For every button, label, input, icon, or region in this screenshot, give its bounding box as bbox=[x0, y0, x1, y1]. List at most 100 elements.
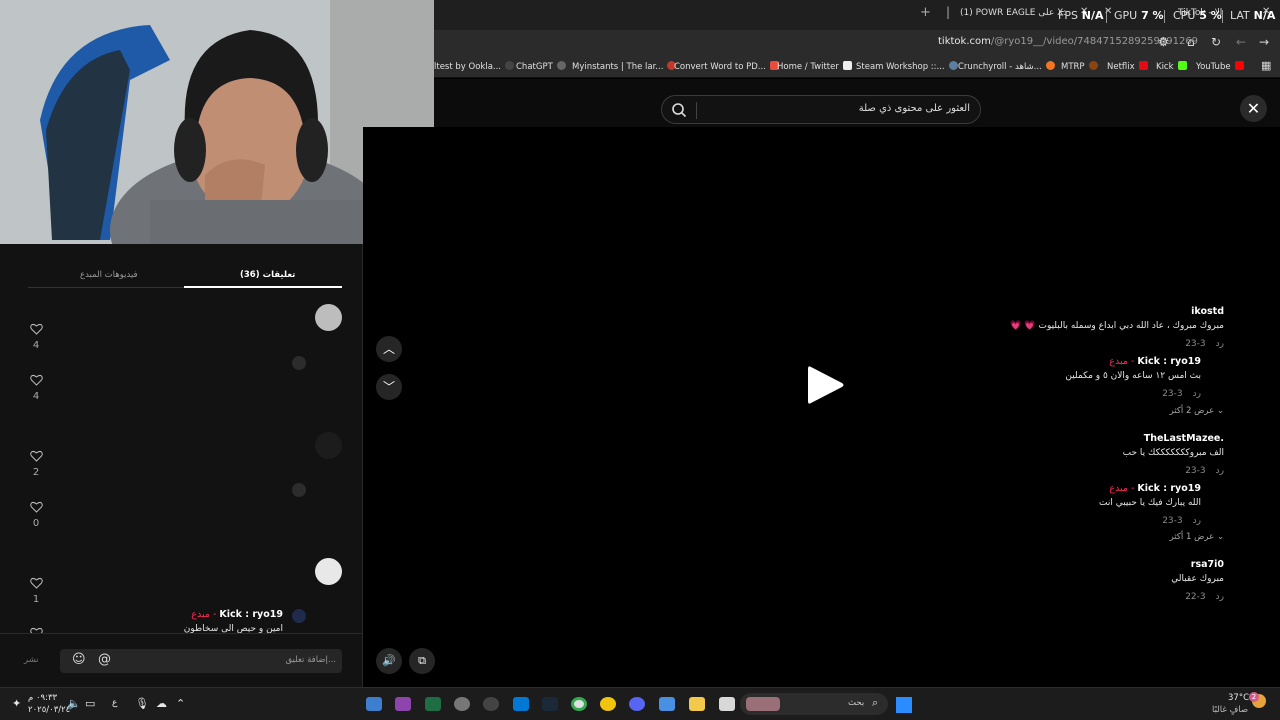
bookmark-netflix[interactable]: Netflix bbox=[1107, 61, 1148, 72]
like-button[interactable]: 4 bbox=[26, 320, 46, 351]
search-icon[interactable] bbox=[670, 101, 688, 119]
emoji-icon[interactable]: ☺ bbox=[72, 652, 86, 667]
steam-icon[interactable] bbox=[542, 697, 558, 711]
bookmark-myinstants[interactable]: Myinstants | The lar... bbox=[572, 61, 677, 72]
tab-comments[interactable]: (36) تعليقات bbox=[240, 270, 295, 280]
reply-link[interactable]: رد bbox=[1216, 592, 1224, 602]
microphone-icon[interactable]: 🎙 bbox=[135, 697, 149, 710]
mention-icon[interactable]: @ bbox=[98, 652, 111, 667]
avatar[interactable] bbox=[292, 483, 306, 497]
weather-temp[interactable]: 37°C bbox=[1228, 693, 1249, 703]
bookmark-speedtest[interactable]: ltest by Ookla... bbox=[434, 61, 515, 72]
start-icon[interactable] bbox=[896, 697, 912, 713]
post-button[interactable]: نشر bbox=[24, 655, 39, 665]
clock-time[interactable]: ٠٩:٣٣ م bbox=[28, 693, 57, 703]
username-text: Kick : ryo19 bbox=[1137, 483, 1201, 494]
reply-link[interactable]: رد bbox=[1193, 389, 1201, 399]
avatar[interactable] bbox=[315, 558, 342, 585]
store-icon[interactable] bbox=[659, 697, 675, 711]
mtrp-icon bbox=[1088, 61, 1098, 70]
site-settings-icon[interactable]: ⚙ bbox=[1158, 35, 1169, 49]
panel-tabs: (36) تعليقات فيديوهات المبدع bbox=[28, 258, 342, 288]
bookmark-label: Kick bbox=[1156, 62, 1174, 72]
bookmark-youtube[interactable]: YouTube bbox=[1196, 61, 1244, 72]
bookmark-convert[interactable]: Convert Word to PD... bbox=[674, 61, 779, 72]
show-more-replies[interactable]: عرض 1 أكثر ⌄ bbox=[1170, 532, 1224, 542]
comment-username[interactable]: ikostd bbox=[1010, 306, 1224, 317]
next-video-button[interactable]: ﹀ bbox=[376, 374, 402, 400]
tab-divider-icon: | bbox=[946, 5, 951, 19]
chevron-up-icon[interactable]: ⌃ bbox=[176, 697, 185, 710]
comment-username[interactable]: rsa7i0 bbox=[1171, 559, 1224, 570]
bookmark-label: ltest by Ookla... bbox=[434, 62, 502, 72]
bookmark-twitter[interactable]: Home / Twitter bbox=[777, 61, 852, 72]
photos-icon[interactable] bbox=[366, 697, 382, 711]
like-button[interactable]: 0 bbox=[26, 498, 46, 529]
reply-link[interactable]: رد bbox=[1216, 339, 1224, 349]
new-tab-icon[interactable]: + bbox=[920, 5, 931, 20]
outlook-icon[interactable] bbox=[513, 697, 529, 711]
reply-link[interactable]: رد bbox=[1216, 466, 1224, 476]
like-button[interactable]: 1 bbox=[26, 574, 46, 605]
folder-icon[interactable] bbox=[689, 697, 705, 711]
bookmark-crunchyroll[interactable]: Crunchyroll - شاهد... bbox=[958, 61, 1055, 72]
creator-badge: مبدع - bbox=[1109, 356, 1138, 367]
excel-icon[interactable] bbox=[425, 697, 441, 711]
taskbar-search[interactable]: ⌕ بحث bbox=[740, 693, 888, 715]
like-button[interactable] bbox=[26, 624, 46, 633]
all-bookmarks-icon[interactable]: ▦ bbox=[1261, 59, 1271, 72]
search-input[interactable]: العثور على محتوى ذي صلة bbox=[859, 103, 970, 114]
next-app-icon[interactable] bbox=[395, 697, 411, 711]
clock-date[interactable]: ٢٠٢٥/٠٣/٢٤ bbox=[28, 705, 70, 715]
volume-button[interactable]: 🔊 bbox=[376, 648, 402, 674]
back-icon[interactable]: → bbox=[1259, 35, 1269, 49]
lat-readout: LAT N/A bbox=[1230, 9, 1275, 22]
crunchyroll-icon bbox=[1045, 61, 1055, 70]
comment-username[interactable]: مبدع - Kick : ryo19 bbox=[1099, 483, 1201, 494]
chrome-icon[interactable] bbox=[571, 697, 587, 711]
home-icon[interactable]: ⌂ bbox=[1187, 35, 1195, 49]
notification-icon[interactable]: ✦ bbox=[12, 697, 21, 710]
bookmark-label: Crunchyroll - شاهد... bbox=[958, 62, 1042, 72]
comment-username[interactable]: مبدع - Kick : ryo19 bbox=[184, 609, 283, 620]
avatar[interactable] bbox=[315, 432, 342, 459]
reload-icon[interactable]: ↻ bbox=[1211, 35, 1221, 49]
obs-icon[interactable] bbox=[483, 697, 499, 711]
onedrive-icon[interactable]: ☁ bbox=[156, 697, 167, 710]
play-icon[interactable] bbox=[806, 364, 846, 406]
battery-icon[interactable]: ▭ bbox=[85, 697, 95, 710]
weather-desc[interactable]: صافٍ غالبًا bbox=[1212, 705, 1248, 715]
reply-link[interactable]: رد bbox=[1193, 516, 1201, 526]
comment-input[interactable]: إضافة تعليق... @ ☺ bbox=[60, 649, 342, 673]
close-video-button[interactable]: ✕ bbox=[1240, 95, 1267, 122]
username-text: Kick : ryo19 bbox=[1137, 356, 1201, 367]
discord-icon[interactable] bbox=[629, 697, 645, 711]
previous-video-button[interactable]: ︿ bbox=[376, 336, 402, 362]
language-indicator[interactable]: ع bbox=[112, 698, 117, 708]
search-bar[interactable]: العثور على محتوى ذي صلة bbox=[661, 95, 981, 124]
avatar[interactable] bbox=[292, 356, 306, 370]
creator-badge: مبدع - bbox=[1109, 483, 1138, 494]
comment-username[interactable]: TheLastMazee. bbox=[1123, 433, 1224, 444]
tab-creator-videos[interactable]: فيديوهات المبدع bbox=[80, 270, 138, 280]
comment-emoji: 💗 💗 bbox=[1010, 321, 1036, 331]
app-icon[interactable] bbox=[600, 697, 616, 711]
bookmark-mtrp[interactable]: MTRP bbox=[1061, 61, 1098, 72]
avatar[interactable] bbox=[315, 304, 342, 331]
bookmark-steam[interactable]: Steam Workshop ::... bbox=[856, 61, 958, 72]
show-more-replies[interactable]: عرض 2 أكثر ⌄ bbox=[1170, 406, 1224, 416]
settings-icon[interactable] bbox=[454, 697, 470, 711]
comment-username[interactable]: مبدع - Kick : ryo19 bbox=[1065, 356, 1201, 367]
browser-tab-title[interactable]: (1) POWR EAGLE على X: "@Sc bbox=[960, 8, 1070, 18]
bookmark-kick[interactable]: Kick bbox=[1156, 61, 1187, 72]
fps-readout: FPS N/A bbox=[1058, 9, 1104, 22]
file-explorer-icon[interactable] bbox=[719, 697, 735, 711]
like-button[interactable]: 2 bbox=[26, 447, 46, 478]
overlay-divider bbox=[1106, 10, 1107, 23]
forward-icon[interactable]: ← bbox=[1236, 35, 1246, 49]
like-button[interactable]: 4 bbox=[26, 371, 46, 402]
bookmark-chatgpt[interactable]: ChatGPT bbox=[516, 61, 566, 72]
avatar[interactable] bbox=[292, 609, 306, 623]
comment-body: الله يبارك فيك يا حبيبي انت bbox=[1099, 498, 1201, 508]
picture-in-picture-button[interactable]: ⧉ bbox=[409, 648, 435, 674]
